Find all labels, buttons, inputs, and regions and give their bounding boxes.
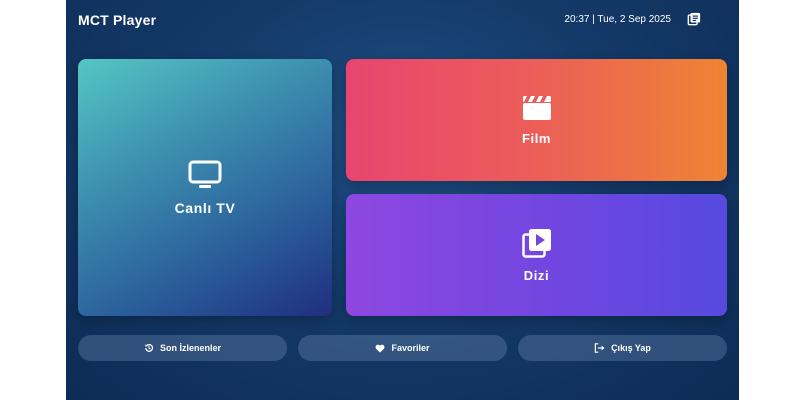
app-window: MCT Player 20:37 | Tue, 2 Sep 2025 Canlı… xyxy=(66,0,739,400)
favorites-label: Favoriler xyxy=(391,343,430,353)
live-tv-label: Canlı TV xyxy=(174,199,236,216)
logout-button[interactable]: Çıkış Yap xyxy=(518,335,727,361)
logout-icon xyxy=(594,343,605,353)
film-card[interactable]: Film xyxy=(346,59,727,181)
video-library-icon xyxy=(521,228,551,258)
app-title: MCT Player xyxy=(78,12,157,28)
series-card[interactable]: Dizi xyxy=(346,194,727,316)
heart-icon xyxy=(376,344,385,353)
recently-watched-label: Son İzlenenler xyxy=(159,343,221,353)
recently-watched-button[interactable]: Son İzlenenler xyxy=(78,335,287,361)
logout-label: Çıkış Yap xyxy=(611,343,651,353)
library-icon[interactable] xyxy=(687,12,701,26)
clapperboard-icon xyxy=(522,95,551,120)
film-label: Film xyxy=(521,130,552,146)
favorites-button[interactable]: Favoriler xyxy=(298,335,507,361)
tv-icon xyxy=(188,160,222,188)
date-time-display: 20:37 | Tue, 2 Sep 2025 xyxy=(564,14,671,25)
history-icon xyxy=(144,344,154,352)
live-tv-card[interactable]: Canlı TV xyxy=(78,59,332,316)
series-label: Dizi xyxy=(523,267,550,283)
